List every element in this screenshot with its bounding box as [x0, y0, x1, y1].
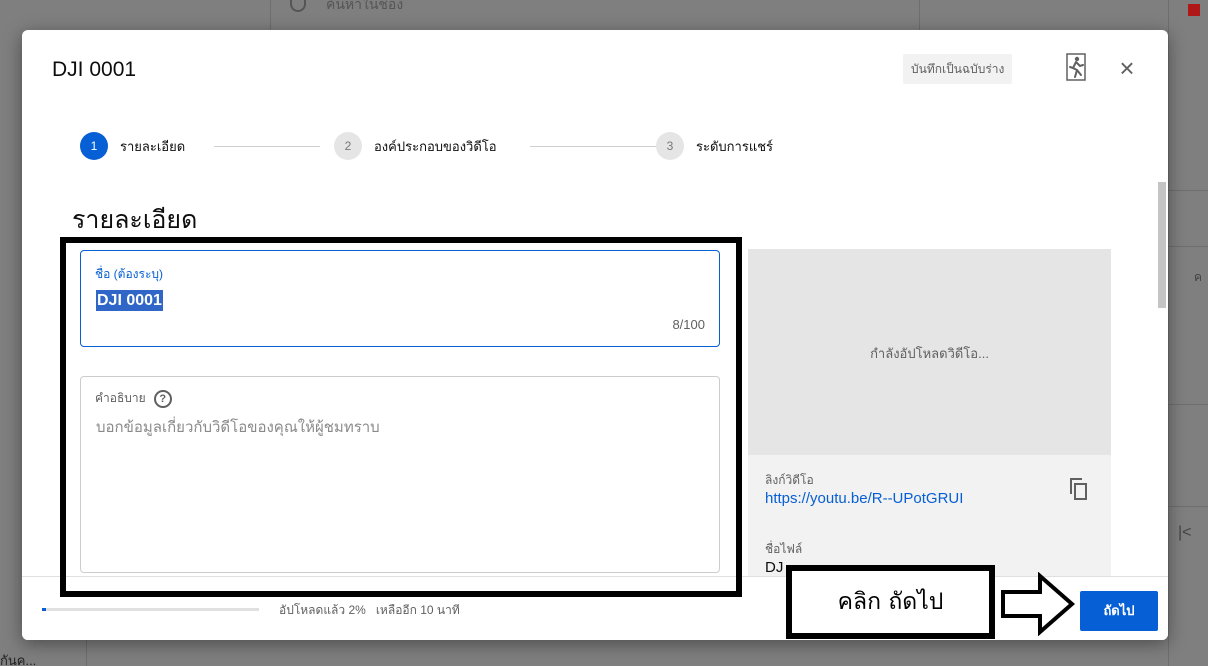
background-divider	[1168, 404, 1208, 405]
background-red-icon	[1188, 4, 1200, 16]
runner-icon[interactable]	[1066, 52, 1086, 82]
step-label: ระดับการแชร์	[696, 138, 773, 154]
step-label: องค์ประกอบของวิดีโอ	[374, 138, 497, 154]
step-number: 3	[656, 132, 684, 160]
background-bottom-text: กันค...	[0, 653, 37, 666]
dialog-header: DJI 0001 บันทึกเป็นฉบับร่าง ×	[22, 30, 1168, 108]
video-preview: กำลังอัปโหลดวิดีโอ...	[748, 249, 1111, 455]
background-divider	[1168, 0, 1169, 666]
dialog-title: DJI 0001	[52, 58, 137, 81]
section-title: รายละเอียด	[72, 206, 198, 234]
close-icon[interactable]: ×	[1114, 55, 1140, 82]
background-divider	[1168, 190, 1208, 191]
background-divider	[1168, 246, 1208, 247]
arrow-right-icon	[1000, 571, 1078, 637]
upload-progress-bar	[42, 608, 259, 611]
step-label: รายละเอียด	[120, 138, 186, 154]
upload-progress-fill	[42, 608, 47, 611]
video-link-label: ลิงก์วิดีโอ	[765, 473, 814, 487]
filename-label: ชื่อไฟล์	[765, 542, 803, 556]
background-divider	[1168, 506, 1208, 507]
video-link[interactable]: https://youtu.be/R--UPotGRUI	[765, 490, 963, 507]
upload-stepper: 1 รายละเอียด 2 องค์ประกอบของวิดีโอ 3 ระด…	[80, 131, 820, 161]
first-page-icon: |<	[1178, 524, 1192, 541]
step-details[interactable]: 1 รายละเอียด	[80, 131, 185, 161]
upload-status-text: อัปโหลดแล้ว 2% เหลืออีก 10 นาที	[279, 603, 460, 617]
annotation-highlight-box	[60, 237, 742, 597]
step-number: 1	[80, 132, 108, 160]
step-video-elements[interactable]: 2 องค์ประกอบของวิดีโอ	[334, 131, 497, 161]
scrollbar[interactable]	[1158, 182, 1166, 308]
stepper-connector	[214, 146, 320, 147]
stepper-connector	[530, 146, 668, 147]
background-search-text: ค้นหาในช่อง	[326, 0, 404, 12]
copy-icon[interactable]	[1070, 478, 1088, 500]
filename-value: DJ	[765, 559, 784, 576]
background-partial-text: ค	[1194, 270, 1203, 284]
save-draft-badge: บันทึกเป็นฉบับร่าง	[903, 54, 1013, 84]
upload-processing-text: กำลังอัปโหลดวิดีโอ...	[870, 346, 989, 361]
step-number: 2	[334, 132, 362, 160]
background-divider	[86, 640, 87, 666]
next-button[interactable]: ถัดไป	[1080, 591, 1158, 631]
annotation-label: คลิก ถัดไป	[786, 565, 995, 639]
step-visibility[interactable]: 3 ระดับการแชร์	[656, 131, 773, 161]
